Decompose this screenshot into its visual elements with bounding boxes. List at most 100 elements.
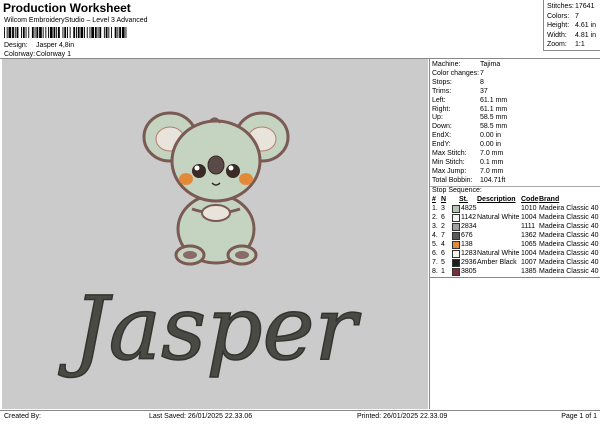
- stop-row-brand: Madeira Classic 40: [539, 259, 599, 266]
- stop-row-st: 2834: [461, 223, 477, 230]
- stop-row-st: 3805: [461, 268, 477, 275]
- barcode-bar: [111, 27, 112, 38]
- barcode-bar: [114, 27, 117, 38]
- stat-value: 7: [575, 12, 579, 20]
- machine-label: Up:: [432, 114, 443, 122]
- stat-value: 1:1: [575, 41, 585, 48]
- machine-value: Tajima: [480, 61, 501, 68]
- barcode-bar: [77, 27, 80, 38]
- stat-label: Zoom:: [547, 41, 567, 48]
- created-by: Created By:: [4, 413, 41, 420]
- barcode-bar: [64, 27, 67, 38]
- stop-row-n: 6: [441, 214, 445, 221]
- barcode-bar: [80, 27, 84, 38]
- machine-label: Max Jump:: [432, 167, 467, 175]
- stop-row-n: 2: [441, 223, 445, 230]
- barcode-bar: [86, 27, 88, 38]
- design-name: Jasper 4,8in: [36, 42, 75, 49]
- stop-row-st: 676: [461, 232, 473, 239]
- barcode-bar: [99, 27, 102, 38]
- barcode-bar: [91, 27, 94, 38]
- thread-color-swatch: [452, 223, 460, 231]
- stop-row-st: 1142: [461, 214, 477, 221]
- koala-embroidery-artwork: Jasper: [58, 111, 362, 381]
- panel-divider: [429, 59, 430, 409]
- stop-row-num: 3.: [432, 223, 438, 230]
- barcode-bar: [31, 27, 34, 38]
- embroidered-name: Jasper: [58, 277, 361, 380]
- stop-row-description: Natural White: [477, 214, 520, 221]
- machine-label: Left:: [432, 96, 446, 104]
- thread-color-swatch: [452, 250, 460, 258]
- last-saved: Last Saved: 26/01/2025 22.33.06: [149, 413, 253, 420]
- stop-row-code: 1004: [521, 250, 537, 257]
- barcode-bar: [94, 27, 97, 38]
- machine-value: 61.1 mm: [480, 105, 508, 113]
- thread-color-swatch: [452, 241, 460, 249]
- machine-label: Right:: [432, 105, 451, 113]
- stop-row-num: 8.: [432, 268, 438, 275]
- machine-label: Trims:: [432, 87, 452, 95]
- stop-row-code: 1385: [521, 268, 537, 275]
- barcode-bar: [45, 27, 47, 38]
- barcode-bar: [84, 27, 85, 38]
- stop-row-st: 138: [461, 241, 473, 248]
- machine-value: 0.00 in: [480, 141, 502, 149]
- machine-label: Stops:: [432, 78, 452, 86]
- machine-label: Total Bobbin:: [432, 176, 473, 184]
- machine-label: Machine:: [432, 61, 461, 68]
- stats-box: Stitches: 17641 Colors: 7 Height: 4.61 in Widt…: [543, 0, 600, 51]
- barcode-bar: [105, 27, 108, 38]
- koala-left-foot-pad: [183, 251, 197, 259]
- col-header-n: N: [441, 196, 447, 203]
- thread-color-swatch: [452, 214, 460, 222]
- stop-row-brand: Madeira Classic 40: [539, 205, 599, 212]
- col-header-stitches: St.: [459, 196, 468, 203]
- stat-value: 4.61 in: [575, 22, 597, 29]
- thread-color-swatch: [452, 205, 460, 213]
- page-number: Page 1 of 1: [561, 413, 597, 420]
- design-label: Design:: [4, 42, 28, 49]
- stop-row-code: 1007: [521, 259, 537, 266]
- barcode-bar: [119, 27, 121, 38]
- barcode-bar: [58, 27, 60, 38]
- stop-row-st: 1283: [461, 250, 477, 257]
- barcode-bar: [53, 27, 56, 38]
- barcode-bar: [108, 27, 110, 38]
- machine-value: 61.1 mm: [480, 96, 508, 104]
- stop-row-n: 1: [441, 268, 445, 275]
- stop-row-num: 1.: [432, 205, 438, 212]
- stop-row-code: 1004: [521, 214, 537, 221]
- barcode-bar: [56, 27, 58, 38]
- barcode-bar: [49, 27, 53, 38]
- stop-row-num: 6.: [432, 250, 438, 257]
- col-header-num: #: [432, 196, 436, 203]
- barcode-bar: [12, 27, 14, 38]
- machine-value: 58.5 mm: [480, 114, 508, 122]
- footer: Created By: Last Saved: 26/01/2025 22.33…: [0, 412, 600, 424]
- barcode-bar: [62, 27, 64, 38]
- barcode-bar: [6, 27, 8, 38]
- koala-left-eye: [192, 164, 206, 178]
- koala-right-cheek: [239, 173, 253, 185]
- koala-paws: [201, 204, 231, 222]
- stop-row-code: 1010: [521, 205, 537, 212]
- stop-row-st: 4825: [461, 205, 477, 212]
- stop-row-brand: Madeira Classic 40: [539, 250, 599, 257]
- stop-row-num: 7.: [432, 259, 438, 266]
- barcode-bar: [42, 27, 44, 38]
- stop-row-n: 3: [441, 205, 445, 212]
- machine-value: 0.1 mm: [480, 158, 504, 166]
- machine-label: EndX:: [432, 132, 452, 140]
- machine-value: 58.5 mm: [480, 123, 508, 131]
- stop-row-n: 5: [441, 259, 445, 266]
- machine-label: Down:: [432, 123, 452, 131]
- stat-label: Colors:: [547, 12, 570, 20]
- thread-color-swatch: [452, 259, 460, 267]
- stop-row-num: 2.: [432, 214, 438, 221]
- stop-row-brand: Madeira Classic 40: [539, 268, 599, 275]
- stat-value: 17641: [575, 3, 595, 10]
- design-preview: Jasper: [2, 59, 428, 409]
- footer-divider: [0, 410, 600, 411]
- barcode-bar: [16, 27, 19, 38]
